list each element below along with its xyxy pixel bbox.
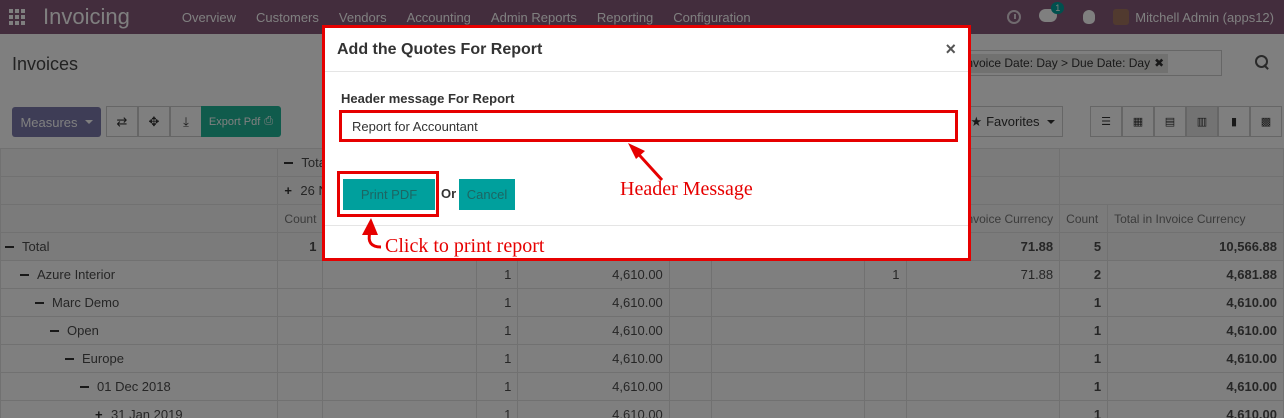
annotation-arrows bbox=[362, 143, 664, 249]
header-message-annotation: Header Message bbox=[620, 178, 753, 200]
click-print-annotation: Click to print report bbox=[385, 235, 545, 257]
click-print-arrowhead bbox=[362, 218, 378, 235]
